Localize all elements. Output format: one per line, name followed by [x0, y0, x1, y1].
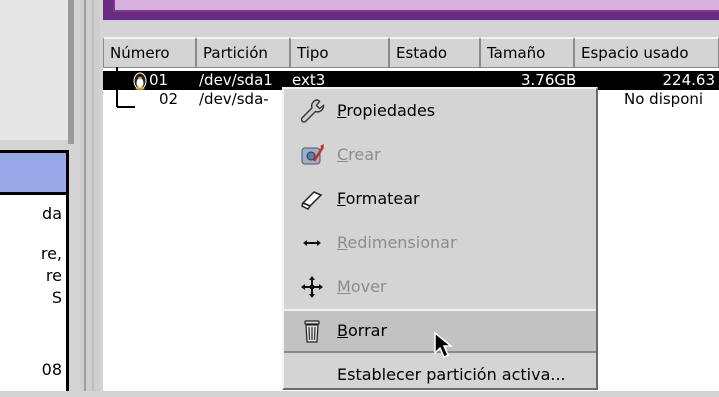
disk-graphic[interactable] — [103, 0, 719, 22]
column-header-tipo[interactable]: Tipo — [290, 37, 389, 68]
trash-icon — [304, 320, 320, 343]
menu-item-mover[interactable]: Mover — [284, 265, 596, 309]
panel-splitter[interactable] — [80, 0, 100, 391]
left-info-panel: da re, re S 08 — [0, 150, 69, 391]
left-top-area — [0, 0, 68, 140]
column-header-numero[interactable]: Número — [103, 37, 196, 68]
left-text-line: re, — [40, 244, 62, 263]
move-arrows-icon — [301, 276, 323, 298]
menu-item-propiedades[interactable]: Propiedades — [284, 89, 596, 133]
cell-numero: 02 — [159, 90, 179, 108]
menu-item-crear[interactable]: Crear — [284, 133, 596, 177]
column-header-tamano[interactable]: Tamaño — [480, 37, 574, 68]
menu-item-label: Mover — [337, 277, 387, 296]
left-top-bevel — [68, 0, 74, 144]
create-disk-icon — [301, 144, 325, 165]
menu-item-label: Redimensionar — [337, 233, 457, 252]
menu-item-redimensionar[interactable]: Redimensionar — [284, 221, 596, 265]
column-header-estado[interactable]: Estado — [389, 37, 480, 68]
wrench-icon — [300, 99, 325, 123]
splitter-line — [84, 0, 86, 391]
menu-item-label: Propiedades — [337, 101, 436, 120]
cell-numero: 01 — [149, 71, 169, 89]
cell-particion: /dev/sda- — [199, 90, 269, 108]
splitter-line — [92, 0, 94, 391]
menu-item-formatear[interactable]: Formatear — [284, 177, 596, 221]
left-text-line: da — [42, 204, 62, 223]
menu-item-label: Establecer partición activa... — [337, 365, 566, 384]
resize-arrows-icon — [303, 240, 321, 246]
menu-item-establecer-particion-activa[interactable]: Establecer partición activa... — [284, 353, 596, 397]
penguin-icon — [133, 72, 147, 90]
partition-graphic-sda1[interactable] — [113, 0, 719, 12]
menu-item-label: Crear — [337, 145, 381, 164]
cell-espacio-usado: No disponi — [624, 90, 704, 108]
left-text-line: S — [51, 288, 62, 307]
cell-espacio-usado: 224.63 — [662, 71, 716, 89]
eraser-icon — [301, 191, 323, 210]
menu-item-label: Formatear — [337, 189, 420, 208]
left-text-line: re — [45, 266, 62, 285]
column-header-espacio-usado[interactable]: Espacio usado — [574, 37, 719, 68]
left-text-line: 08 — [41, 360, 62, 379]
menu-item-label: Borrar — [337, 321, 388, 340]
cell-particion: /dev/sda1 — [199, 71, 273, 89]
column-header-particion[interactable]: Partición — [196, 37, 290, 68]
table-header: Número Partición Tipo Estado Tamaño Espa… — [103, 37, 719, 68]
left-panel-header — [0, 153, 66, 195]
mouse-pointer-icon — [434, 331, 454, 359]
